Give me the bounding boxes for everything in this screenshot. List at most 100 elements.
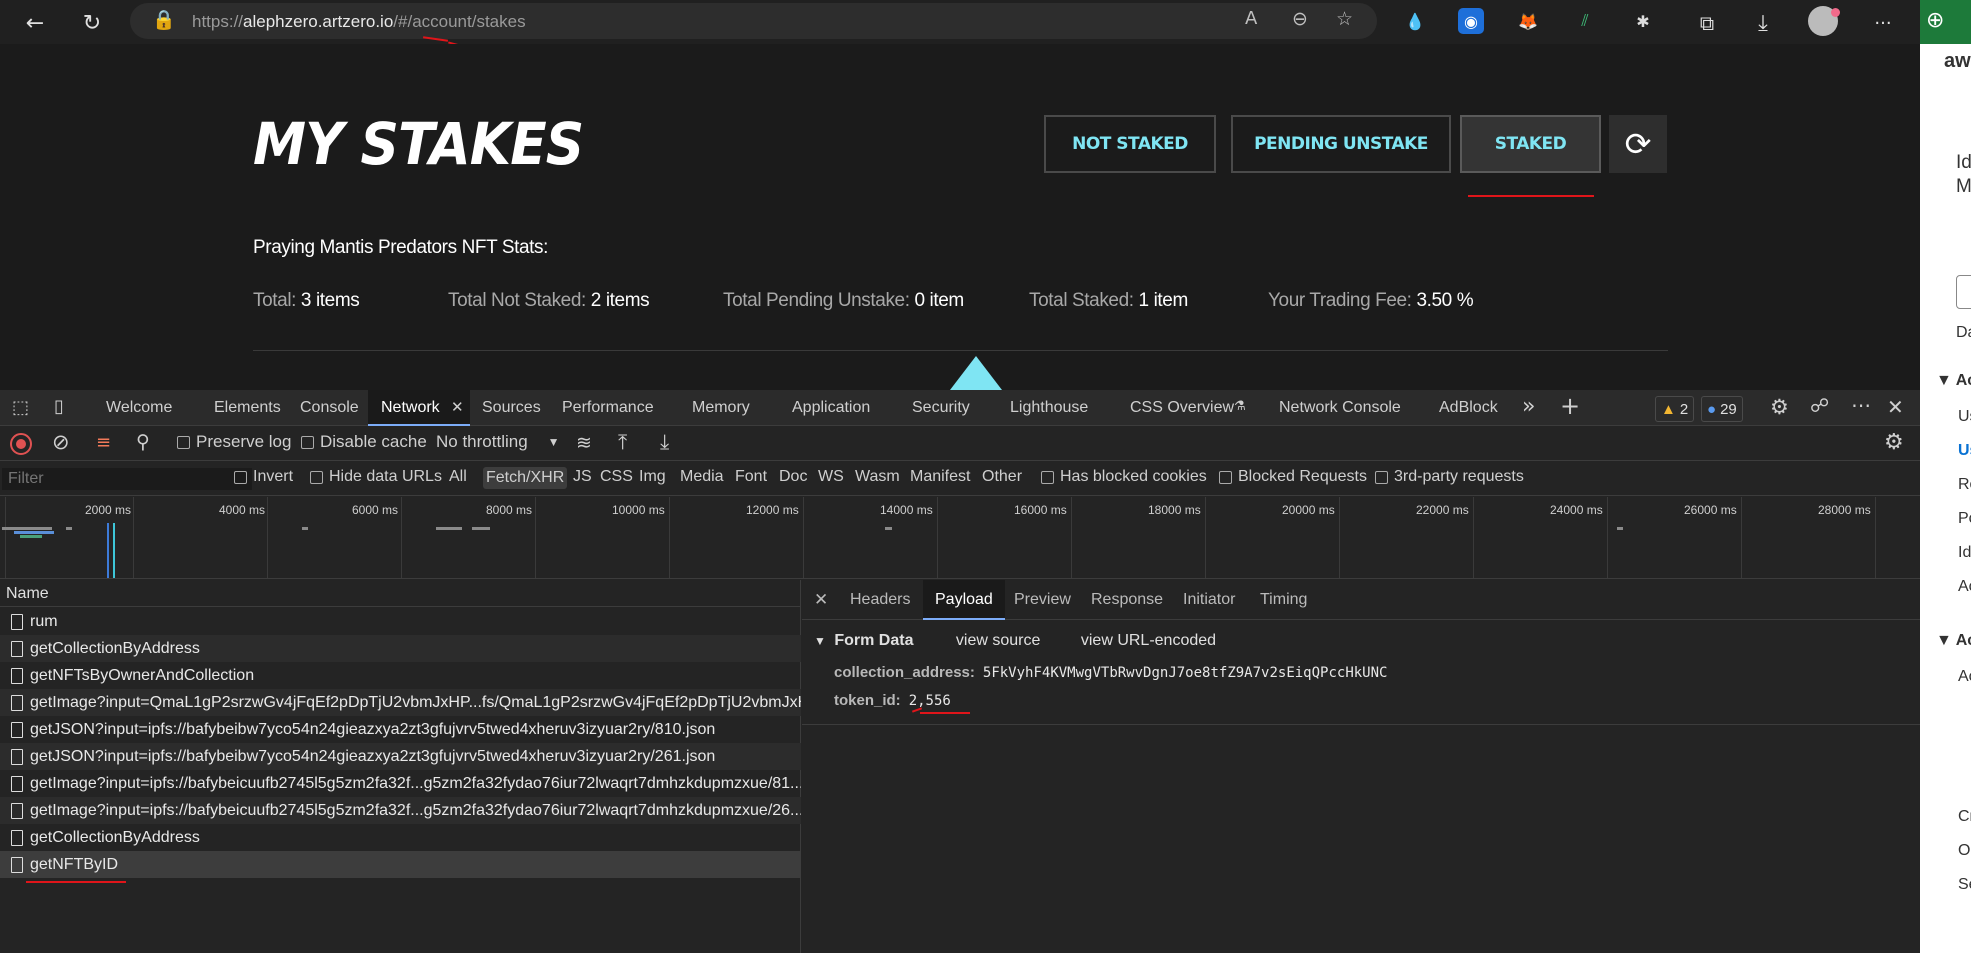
view-source-link[interactable]: view source — [956, 632, 1040, 649]
device-toolbar-icon[interactable]: ▯ — [54, 396, 64, 417]
close-details-icon[interactable]: ✕ — [814, 580, 828, 620]
filter-type-wasm[interactable]: Wasm — [855, 468, 900, 486]
blocked-requests-checkbox[interactable]: Blocked Requests — [1219, 468, 1367, 486]
staked-button[interactable]: STAKED — [1460, 115, 1601, 173]
filter-type-js[interactable]: JS — [573, 468, 592, 486]
filter-type-other[interactable]: Other — [982, 468, 1022, 486]
network-conditions-icon[interactable]: ≋ — [576, 432, 592, 454]
request-row[interactable]: getJSON?input=ipfs://bafybeibw7yco54n24g… — [0, 716, 801, 743]
side-link[interactable]: Ro — [1958, 476, 1971, 494]
tab-console[interactable]: Console — [300, 390, 359, 426]
field-value[interactable]: 2,556 — [909, 693, 951, 709]
side-panel-header[interactable]: ⊕ — [1920, 0, 1971, 44]
network-settings-icon[interactable]: ⚙ — [1884, 430, 1904, 455]
close-devtools-icon[interactable]: ✕ — [1887, 395, 1904, 419]
extension-green-icon[interactable]: ⫽ — [1572, 8, 1598, 34]
lock-icon[interactable]: 🔒 — [152, 8, 176, 31]
back-icon[interactable]: ← — [18, 6, 52, 40]
third-party-checkbox[interactable]: 3rd-party requests — [1375, 468, 1524, 486]
url-text[interactable]: https://alephzero.artzero.io/#/account/s… — [192, 12, 526, 32]
invert-checkbox[interactable]: Invert — [234, 468, 293, 486]
tab-security[interactable]: Security — [912, 390, 970, 426]
not-staked-button[interactable]: NOT STAKED — [1044, 115, 1216, 173]
customize-icon[interactable]: ☍ — [1810, 395, 1829, 417]
request-row[interactable]: getImage?input=ipfs://bafybeicuufb2745l5… — [0, 797, 801, 824]
checkbox-box[interactable] — [1219, 470, 1232, 484]
request-row[interactable]: getJSON?input=ipfs://bafybeibw7yco54n24g… — [0, 743, 801, 770]
tab-elements[interactable]: Elements — [214, 390, 281, 426]
side-section[interactable]: ▼ Ac — [1936, 372, 1971, 390]
request-row[interactable]: getCollectionByAddress — [0, 824, 801, 851]
checkbox-box[interactable] — [177, 435, 190, 449]
import-har-icon[interactable]: ⤒ — [618, 430, 627, 455]
devtools-menu-icon[interactable]: ⋯ — [1851, 393, 1871, 417]
settings-gear-icon[interactable]: ⚙ — [1770, 395, 1789, 419]
side-link[interactable]: Se — [1958, 876, 1971, 894]
extensions-puzzle-icon[interactable]: ✱ — [1630, 8, 1656, 34]
tab-welcome[interactable]: Welcome — [106, 390, 172, 426]
side-link[interactable]: O — [1958, 842, 1970, 860]
pending-unstake-button[interactable]: PENDING UNSTAKE — [1231, 115, 1451, 173]
issues-badge[interactable]: ● 29 — [1701, 396, 1743, 422]
tab-sources[interactable]: Sources — [482, 390, 541, 426]
address-bar[interactable]: 🔒 https://alephzero.artzero.io/#/account… — [130, 3, 1377, 39]
tab-css-overview[interactable]: CSS Overview — [1130, 390, 1234, 426]
more-menu-icon[interactable]: ··· — [1866, 6, 1900, 40]
side-section[interactable]: ▼ Ac — [1936, 632, 1971, 650]
side-link[interactable]: Cr — [1958, 808, 1971, 826]
view-url-encoded-link[interactable]: view URL-encoded — [1081, 632, 1216, 649]
close-tab-icon[interactable]: ✕ — [451, 398, 464, 416]
record-icon[interactable] — [10, 433, 32, 455]
side-link[interactable]: Us — [1958, 408, 1971, 426]
side-input[interactable] — [1956, 275, 1971, 309]
collections-icon[interactable]: ⧉ — [1690, 6, 1724, 40]
filter-type-manifest[interactable]: Manifest — [910, 468, 970, 486]
preserve-log-checkbox[interactable]: Preserve log — [177, 432, 291, 452]
filter-type-ws[interactable]: WS — [818, 468, 844, 486]
checkbox-box[interactable] — [234, 470, 247, 484]
more-tabs-icon[interactable]: » — [1522, 394, 1535, 419]
tab-initiator[interactable]: Initiator — [1183, 580, 1235, 620]
filter-input[interactable] — [2, 468, 252, 490]
side-link[interactable]: Ac — [1958, 668, 1971, 686]
tab-response[interactable]: Response — [1091, 580, 1163, 620]
blocked-cookies-checkbox[interactable]: Has blocked cookies — [1041, 468, 1207, 486]
extension-drop-icon[interactable]: 💧 — [1402, 8, 1428, 34]
tab-memory[interactable]: Memory — [692, 390, 750, 426]
export-har-icon[interactable]: ⤓ — [660, 430, 669, 455]
filter-type-fetch-xhr[interactable]: Fetch/XHR — [483, 467, 568, 489]
clear-icon[interactable]: ⊘ — [52, 430, 70, 454]
form-data-section[interactable]: ▼ Form Data view source view URL-encoded — [814, 632, 1216, 650]
filter-type-all[interactable]: All — [449, 468, 467, 486]
request-row[interactable]: getCollectionByAddress — [0, 635, 801, 662]
tab-timing[interactable]: Timing — [1260, 580, 1307, 620]
tab-headers[interactable]: Headers — [850, 580, 910, 620]
favorites-icon[interactable]: ☆ — [1336, 8, 1353, 30]
filter-funnel-icon[interactable]: ≡ — [96, 432, 111, 453]
field-value[interactable]: 5FkVyhF4KVMwgVTbRwvDgnJ7oe8tfZ9A7v2sEiqQ… — [983, 665, 1388, 681]
tab-preview[interactable]: Preview — [1014, 580, 1071, 620]
extension-wallet-icon[interactable]: ◉ — [1458, 8, 1484, 34]
filter-type-doc[interactable]: Doc — [779, 468, 807, 486]
side-link[interactable]: Po — [1958, 510, 1971, 528]
filter-type-css[interactable]: CSS — [600, 468, 633, 486]
search-icon[interactable]: ⚲ — [136, 431, 150, 453]
inspect-element-icon[interactable]: ⬚ — [12, 397, 29, 418]
filter-type-font[interactable]: Font — [735, 468, 767, 486]
name-column-header[interactable]: Name — [0, 580, 801, 607]
hide-data-urls-checkbox[interactable]: Hide data URLs — [310, 468, 442, 486]
add-tab-icon[interactable]: + — [1560, 392, 1580, 420]
tab-lighthouse[interactable]: Lighthouse — [1010, 390, 1088, 426]
side-link-active[interactable]: Us — [1958, 442, 1971, 460]
request-row[interactable]: getNFTsByOwnerAndCollection — [0, 662, 801, 689]
request-row[interactable]: getImage?input=QmaL1gP2srzwGv4jFqEf2pDpT… — [0, 689, 801, 716]
warnings-badge[interactable]: ▲ 2 — [1655, 396, 1695, 422]
refresh-icon[interactable]: ⟳ — [1609, 115, 1667, 173]
reload-icon[interactable]: ↻ — [75, 6, 109, 40]
zoom-icon[interactable]: ⊖ — [1292, 8, 1308, 30]
tab-adblock[interactable]: AdBlock — [1439, 390, 1498, 426]
tab-network-console[interactable]: Network Console — [1279, 390, 1401, 426]
tab-application[interactable]: Application — [792, 390, 870, 426]
request-row-selected[interactable]: getNFTByID — [0, 851, 801, 878]
checkbox-box[interactable] — [301, 435, 314, 449]
